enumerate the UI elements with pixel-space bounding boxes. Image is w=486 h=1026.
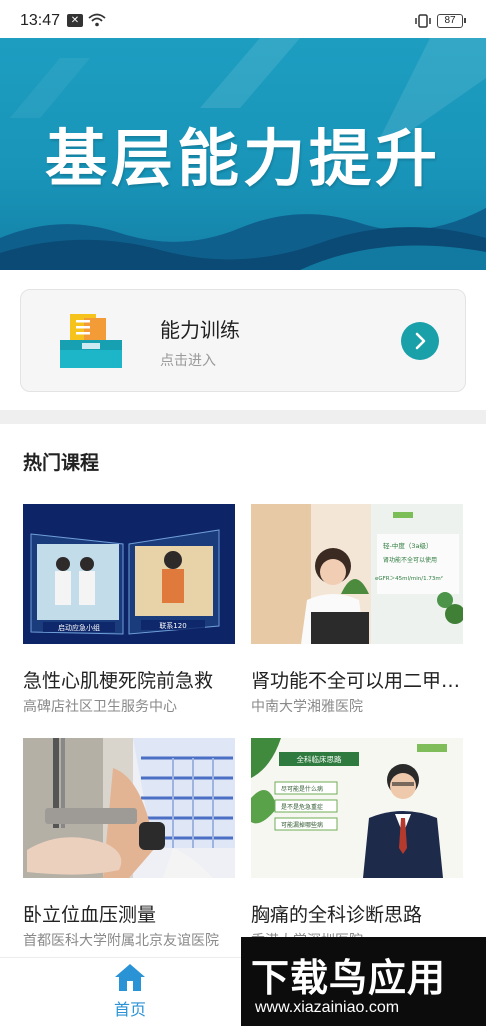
course-title: 肾功能不全可以用二甲双胍吗 (251, 670, 465, 692)
course-thumbnail: 启动应急小组 联系120 (23, 504, 235, 644)
nav-home-label: 首页 (113, 1000, 146, 1019)
wifi-icon (88, 12, 106, 31)
thumb-slide-item-1: 尽可能是什么病 (281, 785, 323, 793)
course-title: 卧立位血压测量 (23, 904, 157, 926)
course-source: 首都医科大学附属北京友谊医院 (23, 933, 219, 949)
watermark-brand: 下载鸟应用 (251, 956, 447, 1000)
banner-title: 基层能力提升 (44, 122, 441, 195)
thumb-slide-heading: 全科临床思路 (297, 754, 342, 764)
thumb-slide-line1: 肾功能不全可以使用 (383, 556, 437, 564)
thumb-slide-item-3: 可能漏掉哪些病 (281, 821, 323, 829)
vibrate-icon (414, 13, 432, 32)
nav-home-tab[interactable]: 首页 (104, 962, 156, 1024)
course-thumbnail (23, 738, 235, 878)
card-subtitle: 点击进入 (160, 353, 216, 369)
thumb-caption-right: 联系120 (159, 621, 186, 630)
thumb-slide-line2: eGFR＞45ml/min/1.73m² (375, 575, 443, 582)
training-files-icon (58, 310, 124, 370)
chevron-right-icon (415, 332, 426, 350)
notification-icon: ✕ (67, 14, 83, 27)
course-source: 中南大学湘雅医院 (251, 699, 363, 715)
thumb-slide-item-2: 是不是危急重症 (281, 803, 323, 811)
status-time: 13:47 (20, 12, 61, 29)
hot-courses-title: 热门课程 (23, 452, 100, 474)
course-thumbnail: 全科临床思路 尽可能是什么病 是不是危急重症 可能漏掉哪些病 (251, 738, 463, 878)
course-title: 胸痛的全科诊断思路 (251, 904, 423, 926)
banner[interactable]: 基层能力提升 (0, 38, 486, 270)
enter-arrow-button[interactable] (401, 322, 439, 360)
course-title: 急性心肌梗死院前急救 (23, 670, 214, 692)
home-icon (115, 964, 145, 991)
watermark-url: www.xiazainiao.com (255, 999, 400, 1016)
card-title: 能力训练 (160, 318, 240, 342)
course-source: 高碑店社区卫生服务中心 (23, 699, 177, 715)
battery-icon: 87 (437, 14, 466, 28)
section-divider (0, 410, 486, 424)
watermark-overlay: 下载鸟应用 www.xiazainiao.com (241, 937, 486, 1026)
thumb-slide-heading: 轻-中度（3a级） (383, 541, 432, 550)
status-bar: 13:47 ✕ 87 (0, 0, 486, 40)
course-thumbnail: 轻-中度（3a级） 肾功能不全可以使用 eGFR＞45ml/min/1.73m² (251, 504, 463, 644)
ability-training-card[interactable]: 能力训练 点击进入 (20, 289, 466, 392)
thumb-caption-left: 启动应急小组 (58, 623, 100, 632)
